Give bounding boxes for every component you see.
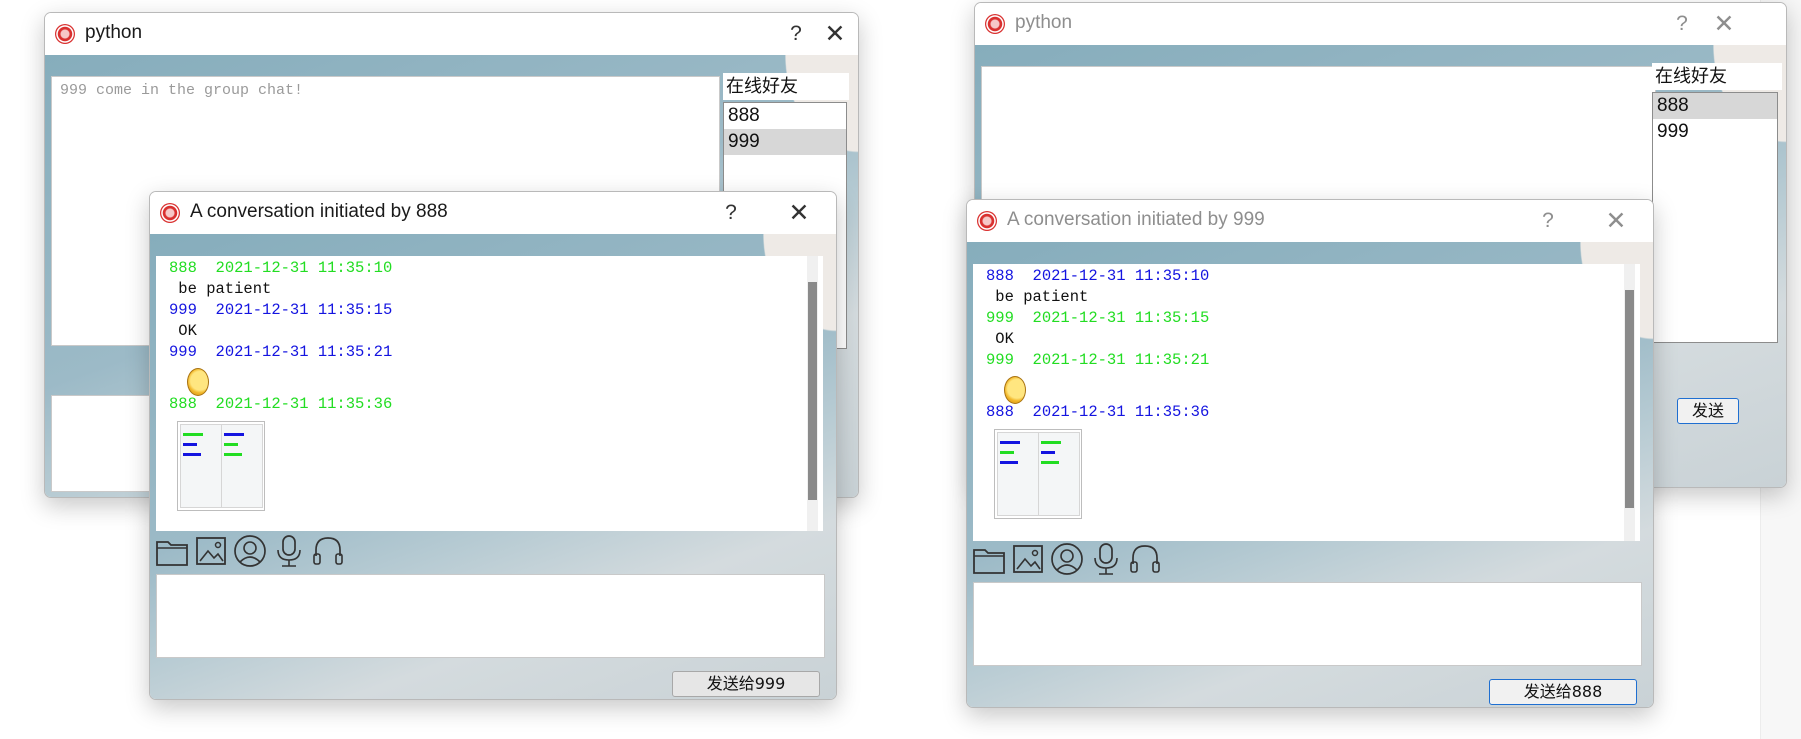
app-logo-icon <box>977 211 997 231</box>
app-logo-icon <box>160 203 180 223</box>
close-button[interactable]: ✕ <box>820 19 850 49</box>
title-bar[interactable]: A conversation initiated by 888 ? ✕ <box>150 192 836 234</box>
message-input[interactable] <box>156 574 825 658</box>
message-header: 999 2021-12-31 11:35:21 <box>169 343 392 361</box>
window-title: A conversation initiated by 999 <box>1007 209 1265 230</box>
window-body: 888 2021-12-31 11:35:10 be patient 999 2… <box>150 234 836 699</box>
close-button[interactable]: ✕ <box>1709 9 1739 39</box>
vertical-scrollbar[interactable] <box>807 256 818 531</box>
message-history[interactable]: 888 2021-12-31 11:35:10 be patient 999 2… <box>973 264 1640 541</box>
online-friends-label: 在线好友 <box>723 73 849 100</box>
window-body: 888 2021-12-31 11:35:10 be patient 999 2… <box>967 242 1653 707</box>
conversation-window-999: A conversation initiated by 999 ? ✕ 888 … <box>966 199 1654 708</box>
scrollbar-thumb[interactable] <box>808 282 817 500</box>
send-to-button[interactable]: 发送给999 <box>672 671 820 697</box>
message-header: 999 2021-12-31 11:35:15 <box>986 309 1209 327</box>
image-icon[interactable] <box>194 534 228 568</box>
message-time: 2021-12-31 11:35:21 <box>215 343 393 361</box>
message-text: be patient <box>986 288 1089 306</box>
sender-name: 888 <box>986 267 1014 285</box>
headset-icon[interactable] <box>1128 542 1162 576</box>
friend-item-999[interactable]: 999 <box>1653 119 1777 145</box>
message-header: 999 2021-12-31 11:35:15 <box>169 301 392 319</box>
message-history[interactable]: 888 2021-12-31 11:35:10 be patient 999 2… <box>156 256 823 531</box>
help-button[interactable]: ? <box>781 19 811 49</box>
folder-icon[interactable] <box>155 534 189 568</box>
window-title: python <box>1015 12 1073 33</box>
conversation-window-888: A conversation initiated by 888 ? ✕ 888 … <box>149 191 837 700</box>
app-logo-icon <box>55 24 75 44</box>
person-icon[interactable] <box>233 534 267 568</box>
sender-name: 999 <box>169 343 197 361</box>
friend-item-888[interactable]: 888 <box>1653 93 1777 119</box>
emoji-image <box>187 368 209 396</box>
message-input[interactable] <box>973 582 1642 666</box>
message-header: 888 2021-12-31 11:35:36 <box>986 403 1209 421</box>
message-time: 2021-12-31 11:35:36 <box>1032 403 1210 421</box>
scrollbar-thumb[interactable] <box>1625 290 1634 508</box>
message-text: be patient <box>169 280 272 298</box>
help-button[interactable]: ? <box>1533 206 1563 236</box>
message-time: 2021-12-31 11:35:21 <box>1032 351 1210 369</box>
sender-name: 999 <box>986 351 1014 369</box>
message-text: OK <box>986 330 1014 348</box>
message-time: 2021-12-31 11:35:15 <box>1032 309 1210 327</box>
message-time: 2021-12-31 11:35:10 <box>215 259 393 277</box>
message-time: 2021-12-31 11:35:15 <box>215 301 393 319</box>
message-header: 999 2021-12-31 11:35:21 <box>986 351 1209 369</box>
message-header: 888 2021-12-31 11:35:10 <box>169 259 392 277</box>
window-title: A conversation initiated by 888 <box>190 201 448 222</box>
message-header: 888 2021-12-31 11:35:36 <box>169 395 392 413</box>
online-friends-list[interactable]: 888 999 <box>1652 92 1778 343</box>
screenshot-thumbnail[interactable] <box>177 421 265 511</box>
title-bar[interactable]: A conversation initiated by 999 ? ✕ <box>967 200 1653 242</box>
message-time: 2021-12-31 11:35:10 <box>1032 267 1210 285</box>
person-icon[interactable] <box>1050 542 1084 576</box>
folder-icon[interactable] <box>972 542 1006 576</box>
image-icon[interactable] <box>1011 542 1045 576</box>
title-bar[interactable]: python ? ✕ <box>45 13 858 55</box>
friend-item-888[interactable]: 888 <box>724 103 846 129</box>
close-button[interactable]: ✕ <box>1601 206 1631 236</box>
app-logo-icon <box>985 14 1005 34</box>
sender-name: 888 <box>986 403 1014 421</box>
close-button[interactable]: ✕ <box>784 198 814 228</box>
window-title: python <box>85 22 143 43</box>
message-header: 888 2021-12-31 11:35:10 <box>986 267 1209 285</box>
microphone-icon[interactable] <box>272 534 306 568</box>
message-text: OK <box>169 322 197 340</box>
sender-name: 888 <box>169 259 197 277</box>
chat-message: 999 come in the group chat! <box>60 82 304 99</box>
send-to-button[interactable]: 发送给888 <box>1489 679 1637 705</box>
send-button[interactable]: 发送 <box>1677 398 1739 424</box>
headset-icon[interactable] <box>311 534 345 568</box>
emoji-image <box>1004 376 1026 404</box>
vertical-scrollbar[interactable] <box>1624 264 1635 541</box>
sender-name: 999 <box>986 309 1014 327</box>
screenshot-thumbnail[interactable] <box>994 429 1082 519</box>
message-time: 2021-12-31 11:35:36 <box>215 395 393 413</box>
microphone-icon[interactable] <box>1089 542 1123 576</box>
help-button[interactable]: ? <box>716 198 746 228</box>
online-friends-label: 在线好友 <box>1652 63 1782 90</box>
help-button[interactable]: ? <box>1667 9 1697 39</box>
sender-name: 888 <box>169 395 197 413</box>
friend-item-999[interactable]: 999 <box>724 129 846 155</box>
sender-name: 999 <box>169 301 197 319</box>
title-bar[interactable]: python ? ✕ <box>975 3 1786 45</box>
